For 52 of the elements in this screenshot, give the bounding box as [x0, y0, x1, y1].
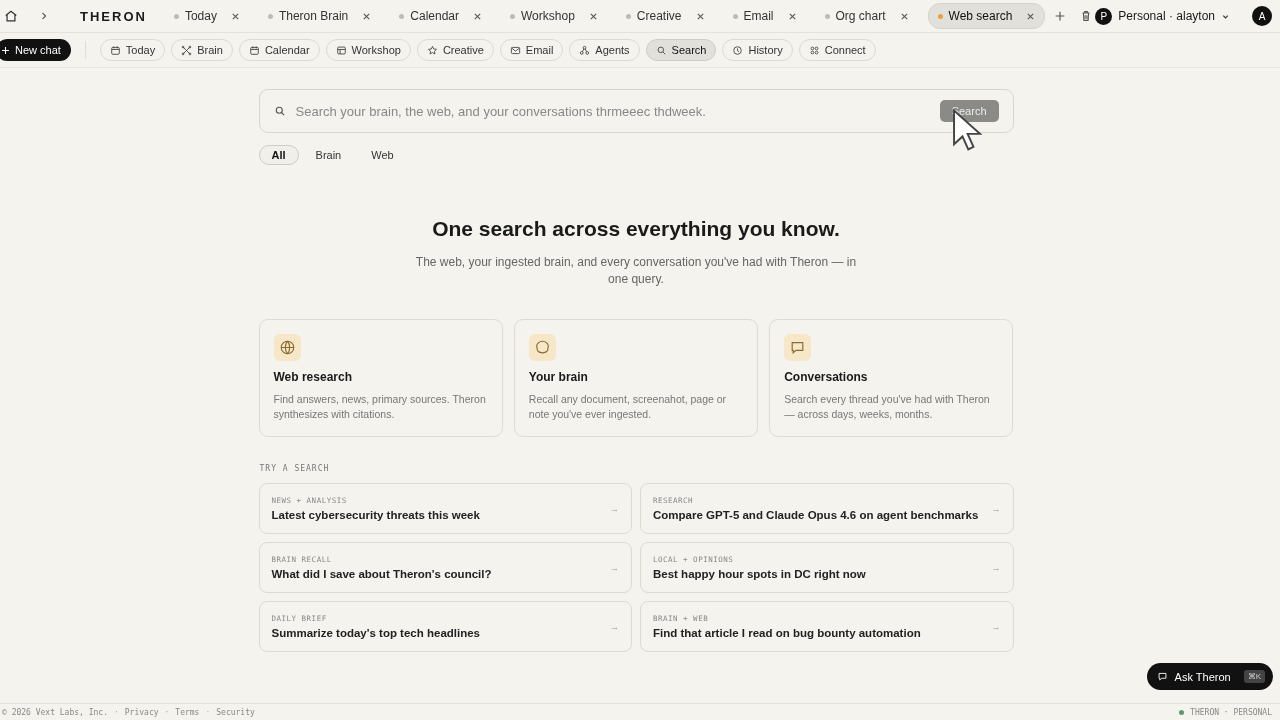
brand-logo: THERON: [80, 8, 147, 24]
new-chat-button[interactable]: New chat: [0, 39, 71, 61]
separator-dot: ·: [164, 707, 170, 717]
nav-pill[interactable]: Today: [99, 39, 166, 61]
nav-pill[interactable]: Email: [499, 39, 564, 61]
nav-pill[interactable]: Agents: [569, 39, 640, 61]
suggestion-query: What did I save about Theron's council?: [271, 568, 493, 580]
separator-dot: ·: [113, 707, 119, 717]
nav-pill[interactable]: Brain: [171, 39, 233, 61]
feature-description: Search every thread you've had with Theron — across days, weeks, months.: [784, 392, 991, 422]
filter-chip[interactable]: Web: [358, 145, 407, 165]
nav-pill[interactable]: Search: [645, 39, 717, 61]
tab[interactable]: Org chart: [815, 4, 918, 28]
status-text: THERON · PERSONAL: [1190, 707, 1272, 717]
nav-pill[interactable]: Creative: [416, 39, 494, 61]
feature-title: Web research: [273, 370, 353, 384]
page-subheading: The web, your ingested brain, and every conversation you've had with Theron — in one query.: [414, 254, 858, 288]
tab[interactable]: Today: [164, 4, 249, 28]
tab[interactable]: Workshop: [501, 4, 607, 28]
arrow-icon: →: [991, 562, 1001, 573]
tab[interactable]: Theron Brain: [258, 4, 381, 28]
user-avatar[interactable]: A: [1252, 6, 1272, 26]
suggestion-query: Compare GPT-5 and Claude Opus 4.6 on agent benchmarks: [653, 509, 980, 521]
feature-description: Find answers, news, primary sources. Theron synthesizes with citations.: [273, 392, 487, 422]
copyright-text: © 2026 Vext Labs, Inc.: [2, 707, 108, 717]
separator-dot: ·: [205, 707, 211, 717]
filter-chip[interactable]: All: [258, 145, 299, 165]
nav-pill[interactable]: History: [722, 39, 793, 61]
arrow-icon: →: [610, 562, 619, 573]
section-label: TRY A SEARCH: [259, 464, 331, 473]
tab[interactable]: Calendar: [390, 4, 491, 28]
page-heading: One search across everything you know.: [431, 217, 841, 241]
suggestion-query: Latest cybersecurity threats this week: [271, 509, 481, 521]
tab[interactable]: Web search: [927, 3, 1046, 29]
tab[interactable]: Email: [723, 4, 806, 28]
suggestion-query: Best happy hour spots in DC right now: [653, 568, 867, 580]
ask-theron-button[interactable]: Ask Theron ⌘K: [1146, 663, 1273, 690]
account-switcher[interactable]: P Personal · alayton: [1095, 7, 1230, 25]
arrow-icon: →: [991, 503, 1001, 514]
arrow-icon: →: [610, 503, 619, 514]
feature-description: Recall any document, screenahot, page or note you've ever ingested.: [528, 392, 728, 422]
tab[interactable]: Creative: [616, 4, 714, 28]
feature-title: Your brain: [528, 370, 589, 384]
nav-pill[interactable]: Workshop: [325, 39, 411, 61]
feature-title: Conversations: [784, 370, 869, 384]
arrow-icon: →: [610, 621, 619, 632]
nav-pill[interactable]: Calendar: [238, 39, 320, 61]
suggestion-query: Find that article I read on bug bounty automation: [653, 627, 922, 639]
filter-chip[interactable]: Brain: [302, 145, 355, 165]
nav-pill[interactable]: Connect: [798, 39, 876, 61]
arrow-icon: →: [991, 621, 1001, 632]
suggestion-query: Summarize today's top tech headlines: [271, 627, 481, 639]
